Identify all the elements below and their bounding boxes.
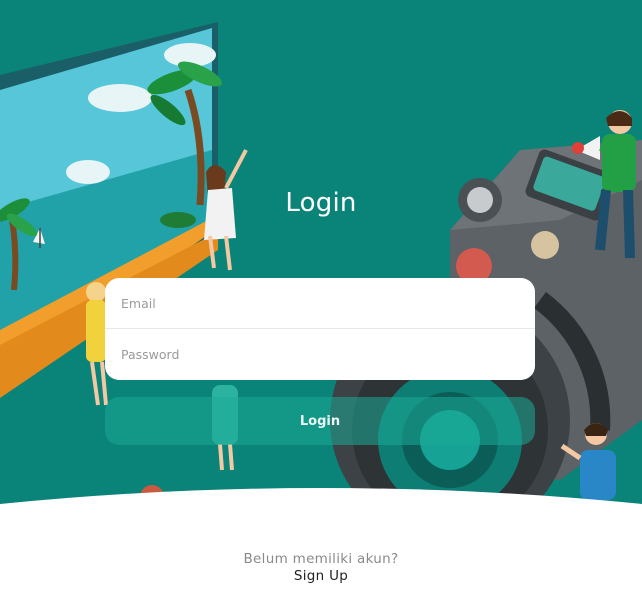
bottom-wave: [0, 488, 642, 605]
login-form-card: [105, 278, 535, 380]
email-field[interactable]: [105, 278, 535, 329]
page-title: Login: [285, 188, 357, 218]
login-button[interactable]: Login: [105, 397, 535, 445]
signup-prompt: Belum memiliki akun?: [243, 551, 399, 567]
signup-link[interactable]: Sign Up: [0, 568, 642, 584]
password-field[interactable]: [105, 329, 535, 380]
login-screen: Login Login Belum memiliki akun? Sign Up: [0, 0, 642, 605]
